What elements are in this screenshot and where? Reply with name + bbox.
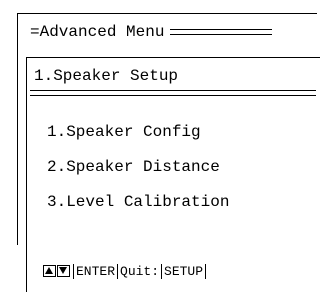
menu-item-speaker-config[interactable]: 1.Speaker Config	[47, 122, 201, 142]
setup-key-label[interactable]: SETUP	[164, 264, 203, 279]
menu-item-speaker-distance[interactable]: 2.Speaker Distance	[47, 157, 220, 177]
quit-label: Quit:	[120, 263, 160, 279]
title-double-rule	[170, 29, 273, 35]
advanced-menu-title-text: =Advanced Menu	[30, 23, 165, 41]
down-arrow-icon[interactable]	[57, 265, 70, 277]
advanced-menu-title: =Advanced Menu	[30, 22, 273, 42]
separator	[161, 263, 163, 279]
up-arrow-icon[interactable]	[43, 265, 56, 277]
enter-key-label[interactable]: ENTER	[76, 264, 115, 279]
speaker-setup-window: 1.Speaker Setup 1.Speaker Config 2.Speak…	[26, 57, 320, 292]
menu-item-level-calibration[interactable]: 3.Level Calibration	[47, 192, 229, 212]
separator	[205, 263, 207, 279]
speaker-setup-title: 1.Speaker Setup	[34, 67, 179, 85]
separator	[73, 263, 74, 279]
key-hint-bar: ENTER Quit: SETUP	[43, 261, 208, 281]
speaker-setup-double-rule	[30, 90, 316, 96]
separator	[117, 263, 119, 279]
